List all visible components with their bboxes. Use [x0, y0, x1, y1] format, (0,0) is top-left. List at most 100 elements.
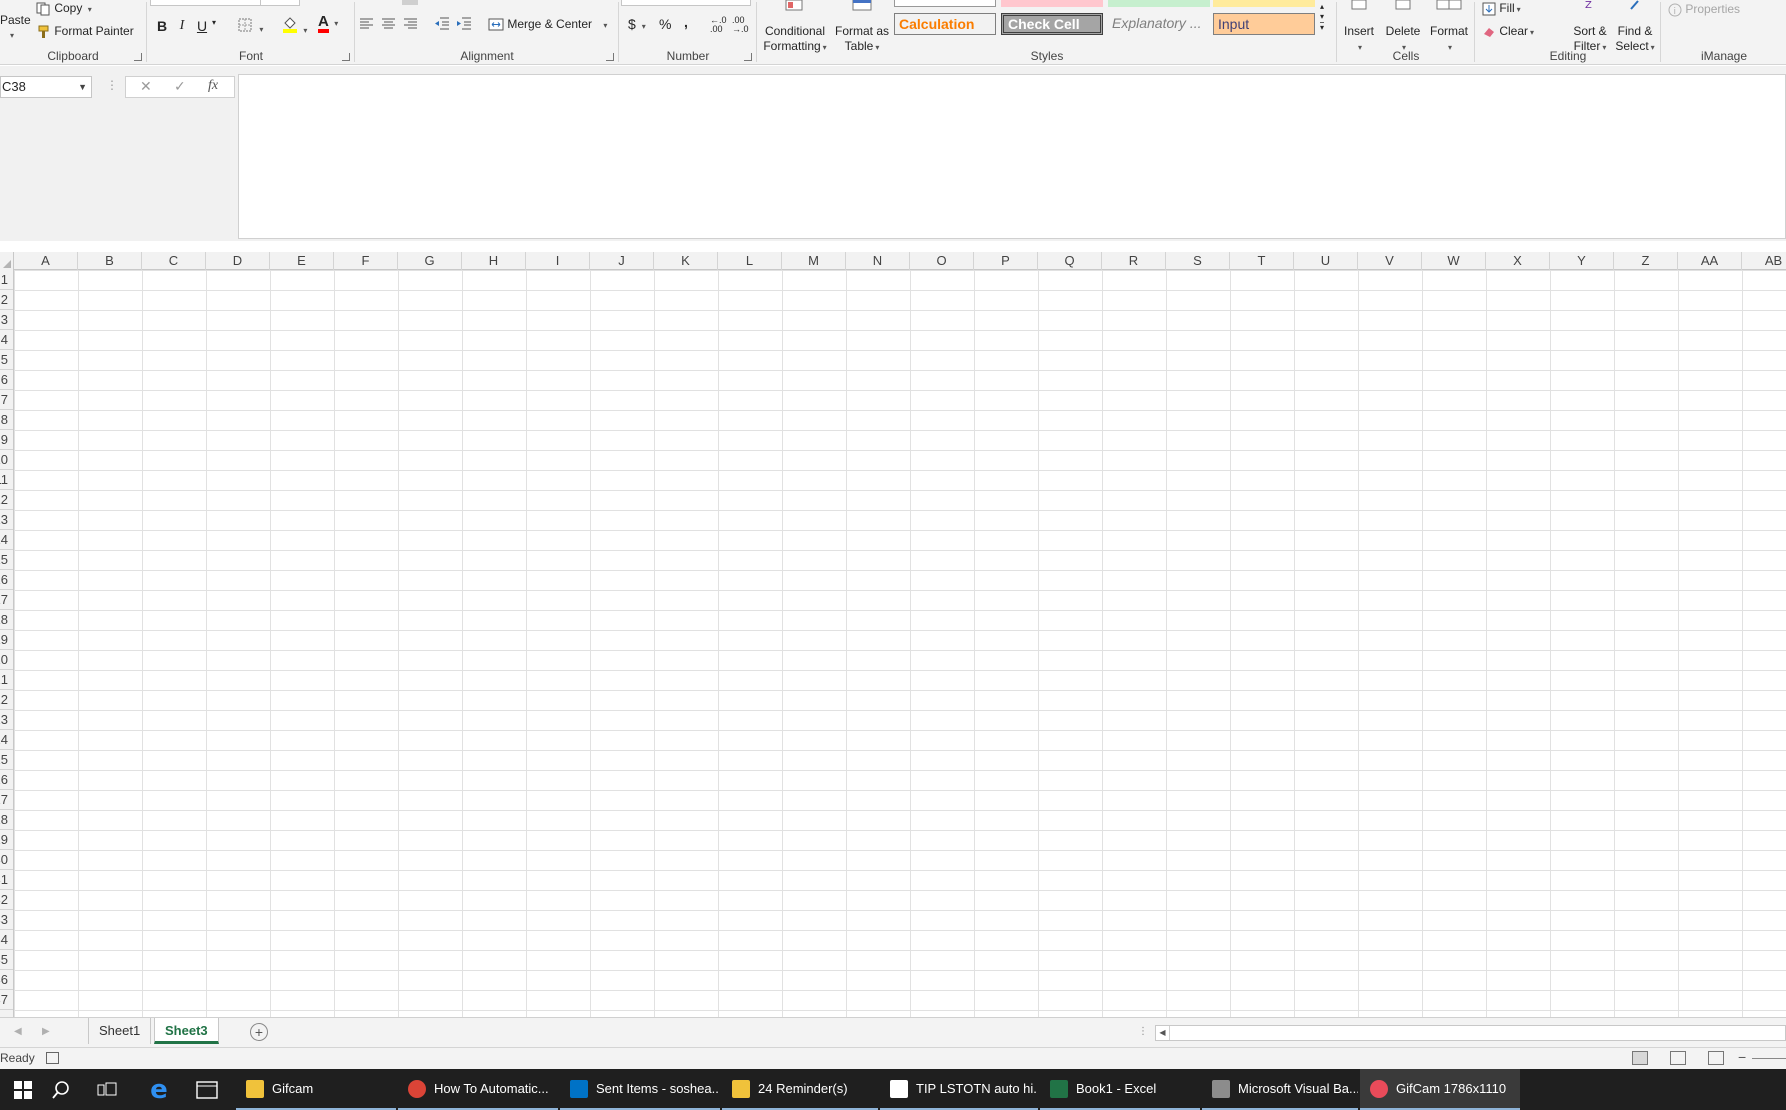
column-header[interactable]: S: [1166, 252, 1230, 270]
page-break-view-icon[interactable]: [1708, 1051, 1724, 1065]
taskbar-item[interactable]: How To Automatic...: [398, 1069, 558, 1110]
row-header[interactable]: 8: [0, 410, 13, 430]
row-header[interactable]: 5: [0, 350, 13, 370]
task-view-icon[interactable]: [84, 1069, 130, 1110]
column-header[interactable]: R: [1102, 252, 1166, 270]
row-header[interactable]: 6: [0, 370, 13, 390]
column-header[interactable]: U: [1294, 252, 1358, 270]
column-header[interactable]: M: [782, 252, 846, 270]
column-header[interactable]: B: [78, 252, 142, 270]
normal-view-icon[interactable]: [1632, 1051, 1648, 1065]
scroll-left-icon[interactable]: ◀: [1156, 1026, 1170, 1040]
find-select-button[interactable]: Find & Select ▾: [1612, 0, 1658, 55]
row-header[interactable]: 14: [0, 530, 13, 550]
number-format-box[interactable]: [621, 0, 751, 6]
comma-button[interactable]: ,: [684, 14, 688, 30]
row-header[interactable]: 37: [0, 990, 13, 1010]
cancel-icon[interactable]: ✕: [140, 78, 152, 95]
align-left-icon[interactable]: [360, 18, 374, 30]
row-header[interactable]: 32: [0, 890, 13, 910]
row-header[interactable]: 25: [0, 750, 13, 770]
style-calculation[interactable]: Calculation: [894, 13, 996, 35]
sort-filter-button[interactable]: Z Sort & Filter ▾: [1568, 0, 1612, 55]
row-header[interactable]: 36: [0, 970, 13, 990]
scrollbar-thumb[interactable]: [1172, 1028, 1784, 1038]
row-header[interactable]: 34: [0, 930, 13, 950]
paste-button[interactable]: Paste ▾: [0, 13, 31, 41]
column-header[interactable]: Z: [1614, 252, 1678, 270]
row-header[interactable]: 9: [0, 430, 13, 450]
column-header[interactable]: Y: [1550, 252, 1614, 270]
column-header[interactable]: N: [846, 252, 910, 270]
row-header[interactable]: 7: [0, 390, 13, 410]
format-button[interactable]: Format ▾: [1426, 0, 1472, 55]
align-right-icon[interactable]: [404, 18, 418, 30]
row-header[interactable]: 12: [0, 490, 13, 510]
row-header[interactable]: 35: [0, 950, 13, 970]
macro-record-icon[interactable]: [46, 1052, 59, 1064]
clear-button[interactable]: Clear ▾: [1482, 24, 1534, 38]
copy-button[interactable]: Copy ▾: [36, 1, 92, 16]
taskbar-item[interactable]: 24 Reminder(s): [722, 1069, 878, 1110]
font-launcher-icon[interactable]: [342, 53, 350, 61]
column-header[interactable]: T: [1230, 252, 1294, 270]
cell-area[interactable]: [14, 270, 1786, 1017]
row-header[interactable]: 23: [0, 710, 13, 730]
column-header[interactable]: Q: [1038, 252, 1102, 270]
properties-button[interactable]: i Properties: [1668, 2, 1740, 17]
column-header[interactable]: F: [334, 252, 398, 270]
enter-icon[interactable]: ✓: [174, 78, 186, 95]
row-header[interactable]: 3: [0, 310, 13, 330]
row-header[interactable]: 16: [0, 570, 13, 590]
row-header[interactable]: 4: [0, 330, 13, 350]
name-box[interactable]: C38 ▼: [0, 76, 92, 98]
row-header[interactable]: 26: [0, 770, 13, 790]
tab-scroll-left-icon[interactable]: ◀: [14, 1026, 22, 1037]
sheet-tab[interactable]: Sheet1: [88, 1018, 152, 1044]
underline-dropdown-icon[interactable]: ▾: [212, 18, 216, 27]
clipboard-launcher-icon[interactable]: [134, 53, 142, 61]
borders-button[interactable]: ▾: [238, 18, 263, 35]
select-all-button[interactable]: [0, 252, 14, 270]
decrease-decimal-button[interactable]: .00 →.0: [732, 16, 749, 34]
column-header[interactable]: L: [718, 252, 782, 270]
italic-button[interactable]: I: [172, 16, 192, 36]
column-header[interactable]: P: [974, 252, 1038, 270]
row-header[interactable]: 18: [0, 610, 13, 630]
row-header[interactable]: 28: [0, 810, 13, 830]
taskbar-item[interactable]: Gifcam: [236, 1069, 396, 1110]
orientation-button-remnant[interactable]: [402, 0, 418, 5]
column-header[interactable]: W: [1422, 252, 1486, 270]
row-header[interactable]: 29: [0, 830, 13, 850]
row-header[interactable]: 22: [0, 690, 13, 710]
insert-function-icon[interactable]: fx: [208, 78, 218, 94]
align-center-icon[interactable]: [382, 18, 396, 30]
merge-center-button[interactable]: Merge & Center ▾: [488, 17, 607, 31]
edge-browser-icon[interactable]: e: [136, 1069, 182, 1110]
tab-scroll-right-icon[interactable]: ▶: [42, 1026, 50, 1037]
column-header[interactable]: G: [398, 252, 462, 270]
bold-button[interactable]: B: [152, 16, 172, 36]
row-header[interactable]: 1: [0, 270, 13, 290]
horizontal-scrollbar[interactable]: ◀: [1155, 1025, 1786, 1041]
style-check-cell[interactable]: Check Cell: [1001, 13, 1103, 35]
zoom-slider[interactable]: [1752, 1058, 1786, 1059]
row-header[interactable]: 10: [0, 450, 13, 470]
styles-scroll-up-icon[interactable]: ▴: [1320, 2, 1324, 11]
underline-button[interactable]: U: [192, 16, 212, 36]
percent-button[interactable]: %: [659, 16, 671, 32]
styles-scroll-down-icon[interactable]: ▾: [1320, 12, 1324, 21]
style-neutral-swatch[interactable]: [1213, 0, 1315, 7]
fill-color-button[interactable]: ▾: [282, 15, 307, 36]
row-header[interactable]: 24: [0, 730, 13, 750]
style-bad-swatch[interactable]: [1001, 0, 1103, 7]
style-normal-swatch[interactable]: [894, 0, 996, 7]
row-header[interactable]: 15: [0, 550, 13, 570]
style-explanatory[interactable]: Explanatory ...: [1108, 13, 1210, 35]
column-header[interactable]: I: [526, 252, 590, 270]
column-header[interactable]: AB: [1742, 252, 1786, 270]
column-header[interactable]: E: [270, 252, 334, 270]
file-explorer-icon[interactable]: [184, 1069, 230, 1110]
column-header[interactable]: K: [654, 252, 718, 270]
zoom-out-icon[interactable]: −: [1738, 1049, 1746, 1065]
